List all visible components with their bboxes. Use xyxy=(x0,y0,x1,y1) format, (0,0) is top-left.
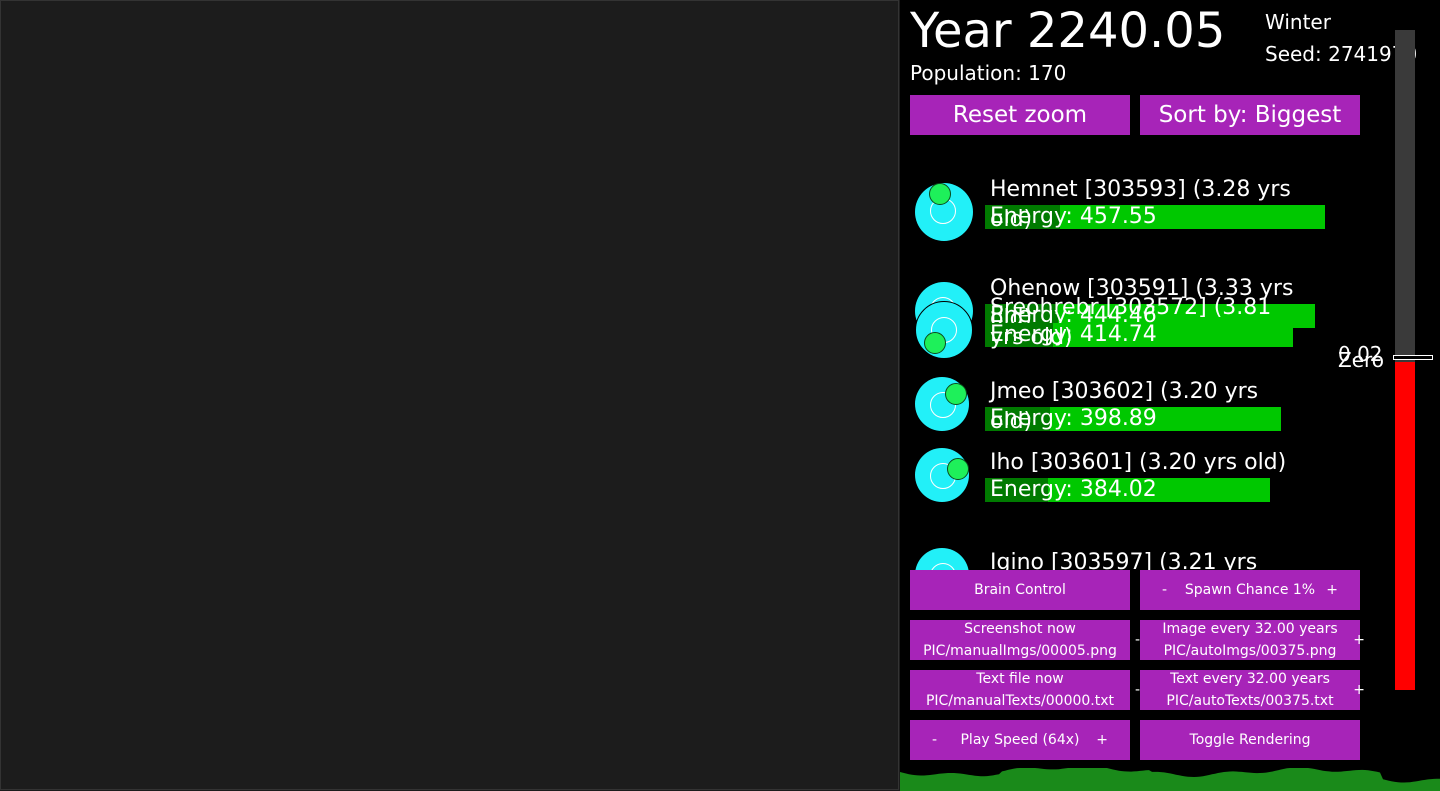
image-interval-control[interactable]: - Image every 32.00 years PIC/autoImgs/0… xyxy=(1135,620,1365,660)
toggle-rendering-label: Toggle Rendering xyxy=(1189,732,1311,748)
creature-energy: Energy: 457.55 xyxy=(990,204,1157,229)
creature-entry[interactable]: Iho [303601] (3.20 yrs old) Energy: 384.… xyxy=(900,448,1300,528)
temperature-fill xyxy=(1395,361,1415,690)
image-interval-label: Image every 32.00 years xyxy=(1162,621,1338,637)
play-speed-label: Play Speed (64x) xyxy=(960,732,1080,748)
spawn-chance-decrease[interactable]: - xyxy=(1162,579,1167,601)
spawn-chance-control[interactable]: - Spawn Chance 1% + xyxy=(1140,570,1360,610)
temperature-marker xyxy=(1393,355,1433,360)
year-title: Year 2240.05 xyxy=(910,3,1226,59)
image-interval-decrease[interactable]: - xyxy=(1135,629,1140,651)
text-interval-increase[interactable]: + xyxy=(1353,679,1365,701)
temperature-zero-label: Zero xyxy=(1338,348,1385,372)
population-graph xyxy=(900,768,1440,791)
creature-energy: Energy: 384.02 xyxy=(990,477,1157,502)
creature-avatar xyxy=(915,377,969,431)
screenshot-now-button[interactable]: Screenshot now PIC/manualImgs/00005.png xyxy=(910,620,1130,660)
population-count: Population: 170 xyxy=(910,61,1067,85)
reset-zoom-button[interactable]: Reset zoom xyxy=(910,95,1130,135)
brain-control-button[interactable]: Brain Control xyxy=(910,570,1130,610)
play-speed-control[interactable]: - Play Speed (64x) + xyxy=(910,720,1130,760)
text-file-now-button[interactable]: Text file now PIC/manualTexts/00000.txt xyxy=(910,670,1130,710)
creature-entry[interactable]: Sreohrebr [303572] (3.81 yrs old) Energy… xyxy=(900,293,1300,373)
spawn-chance-label: Spawn Chance 1% xyxy=(1184,582,1316,598)
text-file-path: PIC/manualTexts/00000.txt xyxy=(925,693,1115,709)
text-interval-control[interactable]: - Text every 32.00 years PIC/autoTexts/0… xyxy=(1135,670,1365,710)
text-interval-path: PIC/autoTexts/00375.txt xyxy=(1166,693,1334,709)
screenshot-now-label: Screenshot now xyxy=(964,621,1076,637)
image-interval-path: PIC/autoImgs/00375.png xyxy=(1163,643,1337,659)
toggle-rendering-button[interactable]: Toggle Rendering xyxy=(1140,720,1360,760)
side-panel: Year 2240.05 Population: 170 Winter Seed… xyxy=(900,0,1440,791)
brain-control-label: Brain Control xyxy=(974,582,1066,598)
world-view[interactable] xyxy=(0,0,899,790)
creature-entry[interactable]: Jmeo [303602] (3.20 yrs old) Energy: 398… xyxy=(900,377,1300,457)
creature-avatar xyxy=(915,301,973,359)
text-file-now-label: Text file now xyxy=(976,671,1064,687)
text-interval-label: Text every 32.00 years xyxy=(1170,671,1330,687)
creature-avatar xyxy=(915,448,969,502)
image-interval-increase[interactable]: + xyxy=(1353,629,1365,651)
creature-avatar xyxy=(915,183,973,241)
population-graph-area xyxy=(900,768,1440,791)
season-label: Winter xyxy=(1265,10,1331,34)
play-speed-increase[interactable]: + xyxy=(1096,729,1108,751)
creature-name: Iho [303601] (3.20 yrs old) xyxy=(990,450,1287,475)
text-interval-decrease[interactable]: - xyxy=(1135,679,1140,701)
screenshot-path: PIC/manualImgs/00005.png xyxy=(923,643,1117,659)
creature-energy: Energy: 414.74 xyxy=(990,322,1157,347)
play-speed-decrease[interactable]: - xyxy=(932,729,937,751)
creature-energy: Energy: 398.89 xyxy=(990,406,1157,431)
creature-entry[interactable]: Hemnet [303593] (3.28 yrs old) Energy: 4… xyxy=(900,175,1325,255)
sort-by-button[interactable]: Sort by: Biggest xyxy=(1140,95,1360,135)
spawn-chance-increase[interactable]: + xyxy=(1326,579,1338,601)
